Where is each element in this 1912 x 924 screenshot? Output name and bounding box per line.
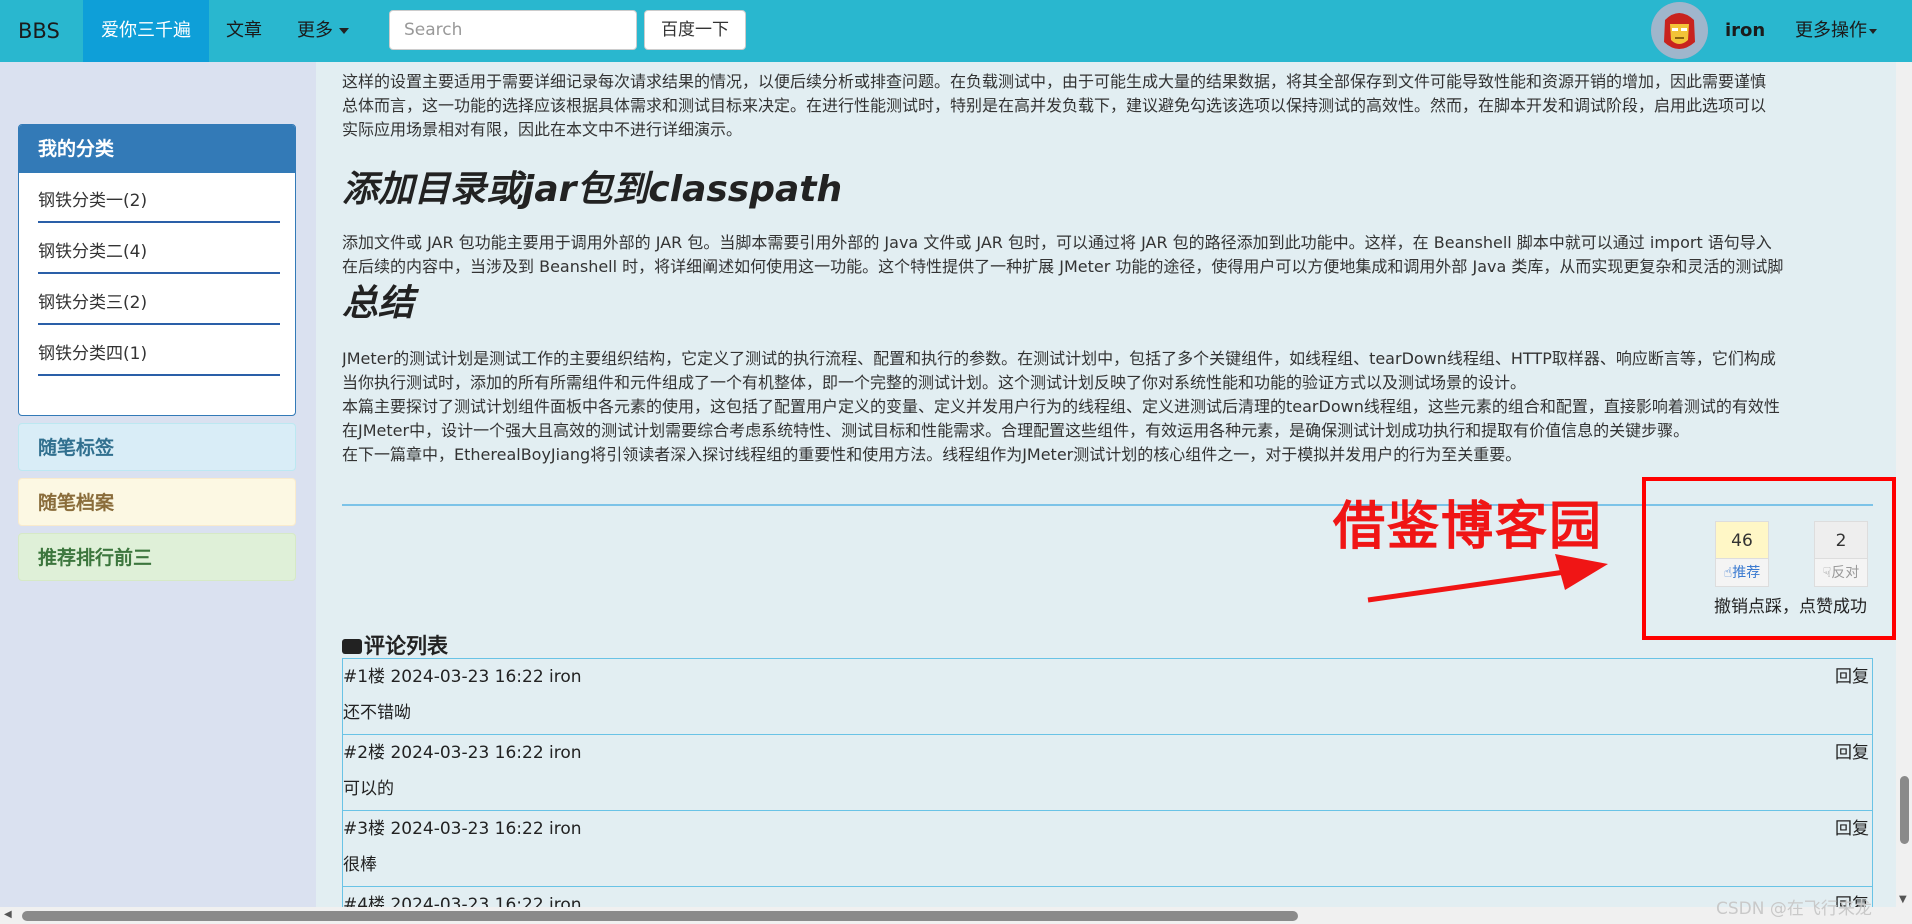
top-navbar: BBS 爱你三千遍 文章 更多 百度一下 iron 更多操作 <box>0 0 1912 62</box>
categories-title: 我的分类 <box>19 125 295 173</box>
comment-meta: #3楼 2024-03-23 16:22 iron <box>343 819 582 839</box>
horizontal-scrollbar[interactable]: ◀ <box>0 907 1912 924</box>
reply-link[interactable]: 回复 <box>1835 814 1869 839</box>
article-line: 添加文件或 JAR 包功能主要用于调用外部的 JAR 包。当脚本需要引用外部的 … <box>342 233 1772 252</box>
comments-title-text: 评论列表 <box>364 634 448 658</box>
category-item[interactable]: 钢铁分类三(2) <box>38 275 280 325</box>
article-line: 本篇主要探讨了测试计划组件面板中各元素的使用，这包括了配置用户定义的变量、定义并… <box>342 397 1780 416</box>
article-line: 当你执行测试时，添加的所有所需组件和元件组成了一个有机整体，即一个完整的测试计划… <box>342 373 1527 392</box>
top-ranking-panel[interactable]: 推荐排行前三 <box>18 533 296 581</box>
watermark-text: CSDN @在飞行来龙 <box>1716 899 1872 919</box>
search-input[interactable] <box>389 10 637 50</box>
scroll-left-arrow-icon[interactable]: ◀ <box>4 909 12 920</box>
nav-item-love[interactable]: 爱你三千遍 <box>83 0 209 62</box>
comment-meta: #1楼 2024-03-23 16:22 iron <box>343 667 582 687</box>
chevron-down-icon <box>1869 28 1877 34</box>
category-item[interactable]: 钢铁分类一(2) <box>38 173 280 223</box>
categories-panel: 我的分类 钢铁分类一(2) 钢铁分类二(4) 钢铁分类三(2) 钢铁分类四(1) <box>18 124 296 416</box>
username[interactable]: iron <box>1725 0 1765 62</box>
avatar[interactable] <box>1651 2 1708 59</box>
archive-panel[interactable]: 随笔档案 <box>18 478 296 526</box>
heading-classpath: 添加目录或jar包到classpath <box>342 169 843 210</box>
scroll-down-arrow-icon[interactable]: ▼ <box>1899 894 1907 905</box>
horizontal-scroll-thumb[interactable] <box>22 911 1298 921</box>
comment-item: #4楼 2024-03-23 16:22 iron 回复 <box>342 886 1873 907</box>
reply-link[interactable]: 回复 <box>1835 662 1869 687</box>
comment-body: 可以的 <box>343 779 394 799</box>
comment-item: #2楼 2024-03-23 16:22 iron 回复 可以的 <box>342 734 1873 810</box>
comment-body: 很棒 <box>343 855 377 875</box>
article-line: 在JMeter中，设计一个强大且高效的测试计划需要综合考虑系统特性、测试目标和性… <box>342 421 1690 440</box>
nav-item-more[interactable]: 更多 <box>297 0 349 62</box>
annotation-label: 借鉴博客园 <box>1333 497 1604 557</box>
vertical-scroll-thumb[interactable] <box>1900 776 1909 844</box>
article-line: 在后续的内容中，当涉及到 Beanshell 时，将详细阐述如何使用这一功能。这… <box>342 257 1784 276</box>
heading-summary: 总结 <box>342 283 415 324</box>
comments-title: 评论列表 <box>342 630 448 660</box>
comment-bubble-icon <box>342 639 362 654</box>
ironman-avatar-icon <box>1651 2 1708 59</box>
reply-link[interactable]: 回复 <box>1835 738 1869 763</box>
annotation-arrow-icon <box>1367 554 1608 603</box>
more-actions-menu[interactable]: 更多操作 <box>1795 0 1877 62</box>
more-actions-label: 更多操作 <box>1795 20 1867 41</box>
brand-logo[interactable]: BBS <box>18 0 60 62</box>
comment-item: #1楼 2024-03-23 16:22 iron 回复 还不错呦 <box>342 658 1873 734</box>
comment-item: #3楼 2024-03-23 16:22 iron 回复 很棒 <box>342 810 1873 886</box>
tags-panel[interactable]: 随笔标签 <box>18 423 296 471</box>
vertical-scrollbar[interactable]: ▼ <box>1896 62 1912 907</box>
search-button[interactable]: 百度一下 <box>644 10 746 50</box>
category-item[interactable]: 钢铁分类四(1) <box>38 326 280 376</box>
article-line: JMeter的测试计划是测试工作的主要组织结构，它定义了测试的执行流程、配置和执… <box>342 349 1776 368</box>
article-line: 这样的设置主要适用于需要详细记录每次请求结果的情况，以便后续分析或排查问题。在负… <box>342 72 1767 91</box>
comment-body: 还不错呦 <box>343 703 411 723</box>
article-line: 实际应用场景相对有限，因此在本文中不进行详细演示。 <box>342 120 743 139</box>
comment-meta: #4楼 2024-03-23 16:22 iron <box>343 895 582 907</box>
nav-more-label: 更多 <box>297 20 333 41</box>
annotation-highlight-box <box>1642 477 1896 640</box>
nav-item-articles[interactable]: 文章 <box>226 0 262 62</box>
chevron-down-icon <box>339 28 349 34</box>
comment-meta: #2楼 2024-03-23 16:22 iron <box>343 743 582 763</box>
article-line: 总体而言，这一功能的选择应该根据具体需求和测试目标来决定。在进行性能测试时，特别… <box>342 96 1767 115</box>
article-line: 在下一篇章中，EtherealBoyJiang将引领读者深入探讨线程组的重要性和… <box>342 445 1522 464</box>
category-item[interactable]: 钢铁分类二(4) <box>38 224 280 274</box>
